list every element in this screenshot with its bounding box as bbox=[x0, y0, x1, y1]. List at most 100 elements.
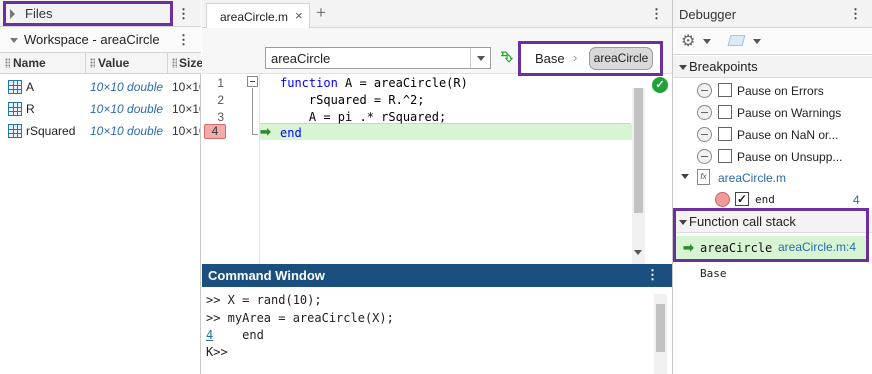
code-text: A = pi .* rSquared; bbox=[280, 110, 447, 124]
debugger-panel: Debugger ⋮ ⚙ Breakpoints Pause on Errors… bbox=[672, 0, 872, 374]
column-value[interactable]: Value bbox=[98, 56, 129, 70]
option-label: Pause on Unsupp... bbox=[737, 150, 843, 164]
scroll-down-icon[interactable] bbox=[634, 250, 642, 255]
editor-menu-icon[interactable]: ⋮ bbox=[650, 7, 663, 21]
breakpoint-line[interactable]: 4 bbox=[853, 193, 860, 207]
command-window[interactable]: Command Window ⋮ >> X = rand(10); >> myA… bbox=[202, 264, 672, 374]
matrix-icon bbox=[8, 80, 22, 94]
debug-nav-bar: areaCircle ⮷ Base › areaCircle bbox=[202, 28, 672, 76]
pause-option[interactable]: Pause on Warnings bbox=[673, 102, 872, 124]
code-text: rSquared = R.^2; bbox=[280, 93, 425, 107]
editor-scrollbar[interactable] bbox=[632, 88, 645, 264]
checkbox[interactable] bbox=[718, 127, 732, 141]
table-row[interactable]: rSquared 10×10 double 10×10 bbox=[0, 121, 201, 143]
chevron-down-icon[interactable] bbox=[470, 48, 490, 68]
pause-option[interactable]: Pause on Errors bbox=[673, 80, 872, 102]
chevron-down-icon[interactable] bbox=[703, 39, 711, 44]
command-window-header: Command Window ⋮ bbox=[202, 264, 672, 287]
debugger-header: Debugger ⋮ bbox=[673, 0, 872, 28]
var-size: 10×10 bbox=[172, 80, 200, 94]
files-menu-icon[interactable]: ⋮ bbox=[177, 7, 190, 21]
gear-icon[interactable]: ⚙ bbox=[681, 31, 695, 51]
column-name[interactable]: Name bbox=[13, 56, 46, 70]
step-out-icon[interactable]: ⮷ bbox=[498, 49, 516, 67]
grip-icon[interactable] bbox=[90, 58, 95, 68]
grip-icon[interactable] bbox=[172, 58, 177, 68]
var-name: rSquared bbox=[26, 124, 76, 138]
breakpoint-file[interactable]: fx areaCircle.m bbox=[673, 167, 872, 189]
table-row[interactable]: R 10×10 double 10×10 bbox=[0, 99, 201, 121]
workspace-menu-icon[interactable]: ⋮ bbox=[177, 33, 190, 47]
option-label: Pause on Errors bbox=[737, 84, 824, 98]
checkbox[interactable] bbox=[718, 105, 732, 119]
checked-checkbox[interactable]: ✓ bbox=[735, 192, 749, 206]
line-number: 1 bbox=[217, 76, 224, 90]
code-line-2[interactable]: rSquared = R.^2; bbox=[280, 93, 425, 107]
checkbox[interactable] bbox=[718, 83, 732, 97]
command-line: >> X = rand(10); bbox=[206, 293, 322, 307]
debugger-menu-icon[interactable]: ⋮ bbox=[849, 7, 862, 21]
breakpoints-title: Breakpoints bbox=[689, 59, 758, 74]
var-name: R bbox=[26, 102, 35, 116]
chevron-right-icon: › bbox=[573, 50, 578, 65]
command-prompt[interactable]: K>> bbox=[206, 345, 228, 359]
checkbox[interactable] bbox=[718, 149, 732, 163]
file-link[interactable]: areaCircle.m bbox=[718, 171, 786, 185]
fold-line bbox=[252, 88, 253, 135]
code-line-3[interactable]: A = pi .* rSquared; bbox=[280, 110, 446, 124]
close-icon[interactable]: × bbox=[295, 8, 303, 23]
var-size: 10×10 bbox=[172, 124, 200, 138]
collapse-icon[interactable] bbox=[679, 65, 687, 70]
collapse-icon[interactable] bbox=[10, 38, 18, 43]
function-selector[interactable]: areaCircle bbox=[265, 47, 491, 69]
command-menu-icon[interactable]: ⋮ bbox=[646, 268, 659, 282]
stack-base[interactable]: Base bbox=[700, 267, 727, 280]
chevron-down-icon[interactable] bbox=[753, 39, 761, 44]
disabled-breakpoint-icon bbox=[697, 105, 712, 120]
breakpoints-section-header[interactable]: Breakpoints bbox=[673, 56, 872, 78]
function-selector-value: areaCircle bbox=[271, 51, 331, 66]
column-divider[interactable] bbox=[167, 53, 168, 74]
breakpoint-icon[interactable] bbox=[715, 192, 730, 207]
breakpoint-marker[interactable]: 4 bbox=[204, 124, 226, 139]
execution-arrow-icon: ➡ bbox=[260, 124, 271, 139]
var-value: 10×10 double bbox=[90, 102, 164, 116]
new-tab-icon[interactable]: + bbox=[316, 3, 326, 23]
context-current[interactable]: areaCircle bbox=[589, 47, 653, 70]
matrix-icon bbox=[8, 102, 22, 116]
pause-option[interactable]: Pause on NaN or... bbox=[673, 124, 872, 146]
disabled-breakpoint-icon bbox=[697, 127, 712, 142]
command-window-title: Command Window bbox=[208, 268, 325, 283]
code-line-4[interactable]: end bbox=[280, 126, 302, 140]
column-divider[interactable] bbox=[85, 53, 86, 74]
option-label: Pause on NaN or... bbox=[737, 128, 839, 142]
context-base[interactable]: Base bbox=[535, 51, 565, 66]
keyword: function bbox=[280, 76, 338, 90]
column-size[interactable]: Size bbox=[179, 56, 203, 70]
left-panel: Files ⋮ Workspace - areaCircle ⋮ Name Va… bbox=[0, 0, 203, 374]
line-text: end bbox=[242, 328, 264, 342]
scrollbar-thumb[interactable] bbox=[656, 304, 665, 352]
breakpoint-label: end bbox=[755, 193, 775, 206]
table-row[interactable]: A 10×10 double 10×10 bbox=[0, 77, 201, 99]
pause-option[interactable]: Pause on Unsupp... bbox=[673, 146, 872, 168]
disabled-breakpoint-icon bbox=[697, 149, 712, 164]
editor: areaCircle.m × + ⋮ areaCircle ⮷ Base › a… bbox=[202, 0, 672, 264]
scrollbar-thumb[interactable] bbox=[634, 88, 643, 213]
workspace-context-highlight: Base › areaCircle bbox=[518, 41, 663, 76]
disabled-breakpoint-icon bbox=[697, 83, 712, 98]
code-text: A = areaCircle(R) bbox=[337, 76, 468, 90]
clear-breakpoints-icon[interactable] bbox=[727, 35, 746, 46]
fold-icon[interactable] bbox=[247, 76, 258, 87]
var-size: 10×10 bbox=[172, 102, 200, 116]
code-line-1[interactable]: function A = areaCircle(R) bbox=[280, 76, 468, 90]
command-scrollbar[interactable] bbox=[654, 294, 667, 374]
editor-tab-bar: areaCircle.m × + ⋮ bbox=[202, 0, 672, 29]
keyword: end bbox=[280, 126, 302, 140]
tab-areacircle[interactable]: areaCircle.m × bbox=[206, 3, 310, 29]
function-file-icon: fx bbox=[697, 169, 710, 185]
grip-icon[interactable] bbox=[5, 58, 10, 68]
workspace-highlight bbox=[3, 1, 173, 26]
collapse-icon[interactable] bbox=[681, 174, 689, 179]
workspace-header[interactable]: Workspace - areaCircle ⋮ bbox=[0, 27, 201, 53]
